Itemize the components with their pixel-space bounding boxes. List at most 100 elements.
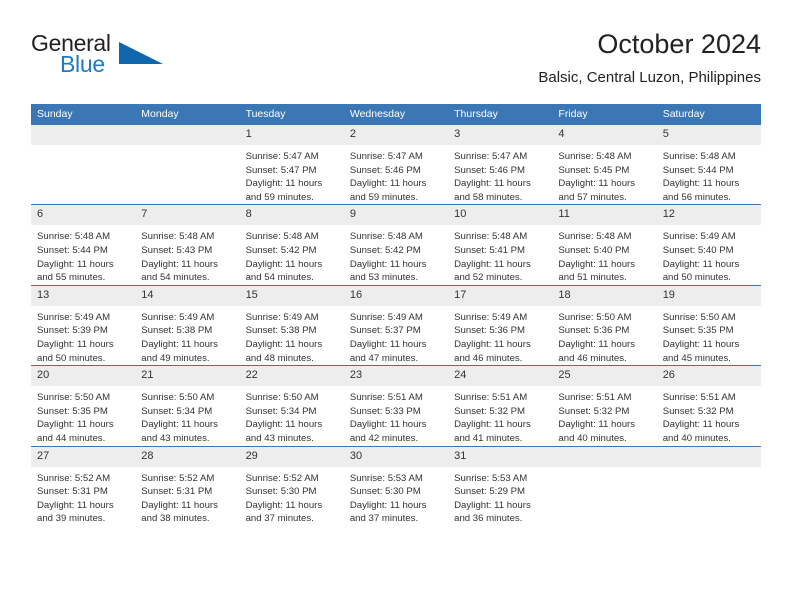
calendar-week-row: 20 Sunrise: 5:50 AM Sunset: 5:35 PM Dayligh… xyxy=(31,365,761,446)
daylight-text: and 57 minutes. xyxy=(558,191,627,203)
sunrise-text: Sunrise: 5:51 AM xyxy=(662,392,736,404)
daylight-text: and 43 minutes. xyxy=(245,432,314,444)
day-details: Sunrise: 5:51 AM Sunset: 5:33 PM Daylight:… xyxy=(344,386,448,445)
sunset-text: Sunset: 5:32 PM xyxy=(662,405,734,417)
sunset-text: Sunset: 5:32 PM xyxy=(558,405,630,417)
day-details: Sunrise: 5:48 AM Sunset: 5:43 PM Daylight:… xyxy=(135,225,239,284)
calendar-day-cell[interactable]: 11 Sunrise: 5:48 AM Sunset: 5:40 PM Dayligh… xyxy=(552,204,657,286)
day-details: Sunrise: 5:53 AM Sunset: 5:29 PM Daylight:… xyxy=(448,467,552,526)
day-number: 25 xyxy=(552,366,657,387)
daylight-text: and 48 minutes. xyxy=(245,352,314,364)
day-details: Sunrise: 5:48 AM Sunset: 5:40 PM Daylight:… xyxy=(552,225,656,284)
calendar-day-cell[interactable]: 21 Sunrise: 5:50 AM Sunset: 5:34 PM Dayligh… xyxy=(135,365,240,446)
daylight-text: and 46 minutes. xyxy=(454,352,523,364)
day-number: 14 xyxy=(135,285,240,306)
weekday-header-tuesday: Tuesday xyxy=(239,104,344,125)
day-number: 3 xyxy=(448,125,553,145)
page-title: October 2024 xyxy=(597,29,761,59)
daylight-text: and 46 minutes. xyxy=(558,352,627,364)
calendar-day-cell[interactable]: 30 Sunrise: 5:53 AM Sunset: 5:30 PM Dayligh… xyxy=(343,445,449,526)
sunrise-text: Sunrise: 5:50 AM xyxy=(558,311,632,323)
day-number xyxy=(135,125,240,145)
daylight-text: Daylight: 11 hours xyxy=(141,499,218,511)
calendar-day-cell[interactable]: 10 Sunrise: 5:48 AM Sunset: 5:41 PM Dayligh… xyxy=(448,204,553,286)
sunset-text: Sunset: 5:44 PM xyxy=(662,164,734,176)
sunrise-text: Sunrise: 5:52 AM xyxy=(141,472,215,484)
calendar-day-cell[interactable]: 8 Sunrise: 5:48 AM Sunset: 5:42 PM Daylight… xyxy=(239,204,344,286)
calendar-day-cell[interactable]: 2 Sunrise: 5:47 AM Sunset: 5:46 PM Daylight… xyxy=(343,125,449,205)
calendar-day-cell[interactable]: 4 Sunrise: 5:48 AM Sunset: 5:45 PM Daylight… xyxy=(552,125,657,205)
sunrise-text: Sunrise: 5:51 AM xyxy=(349,392,423,404)
calendar-day-cell[interactable]: 1 Sunrise: 5:47 AM Sunset: 5:47 PM Daylight… xyxy=(239,125,344,205)
daylight-text: Daylight: 11 hours xyxy=(558,338,636,350)
calendar-day-cell[interactable]: 12 Sunrise: 5:49 AM Sunset: 5:40 PM Dayligh… xyxy=(656,204,761,286)
sunset-text: Sunset: 5:35 PM xyxy=(37,405,108,417)
day-details: Sunrise: 5:50 AM Sunset: 5:35 PM Daylight:… xyxy=(31,386,135,445)
sunset-text: Sunset: 5:39 PM xyxy=(37,325,108,337)
day-number: 4 xyxy=(552,125,657,145)
sunset-text: Sunset: 5:31 PM xyxy=(141,486,213,498)
brand-logo[interactable]: General Blue xyxy=(31,28,261,84)
sunrise-text: Sunrise: 5:50 AM xyxy=(141,392,215,404)
day-number: 10 xyxy=(448,205,553,226)
sunrise-text: Sunrise: 5:48 AM xyxy=(245,231,319,243)
day-number: 17 xyxy=(448,285,553,306)
calendar-day-cell[interactable]: 15 Sunrise: 5:49 AM Sunset: 5:38 PM Dayligh… xyxy=(239,284,344,366)
daylight-text: and 41 minutes. xyxy=(454,432,523,444)
calendar-day-cell-empty xyxy=(656,445,761,526)
day-details: Sunrise: 5:48 AM Sunset: 5:45 PM Daylight:… xyxy=(552,145,656,204)
daylight-text: and 59 minutes. xyxy=(245,191,314,203)
calendar-day-cell[interactable]: 24 Sunrise: 5:51 AM Sunset: 5:32 PM Dayligh… xyxy=(448,365,553,446)
calendar-day-cell[interactable]: 7 Sunrise: 5:48 AM Sunset: 5:43 PM Daylight… xyxy=(135,204,240,286)
calendar-week-row: 6 Sunrise: 5:48 AM Sunset: 5:44 PM Daylight… xyxy=(31,204,761,286)
sunrise-text: Sunrise: 5:51 AM xyxy=(454,392,528,404)
day-number: 22 xyxy=(239,366,344,387)
day-number: 29 xyxy=(239,446,344,467)
day-details: Sunrise: 5:51 AM Sunset: 5:32 PM Daylight:… xyxy=(552,386,656,445)
calendar-day-cell[interactable]: 20 Sunrise: 5:50 AM Sunset: 5:35 PM Dayligh… xyxy=(31,365,136,446)
day-details: Sunrise: 5:50 AM Sunset: 5:34 PM Daylight:… xyxy=(240,386,344,445)
calendar-day-cell[interactable]: 18 Sunrise: 5:50 AM Sunset: 5:36 PM Dayligh… xyxy=(552,284,657,366)
calendar-day-cell[interactable]: 6 Sunrise: 5:48 AM Sunset: 5:44 PM Daylight… xyxy=(31,204,136,286)
calendar-day-cell[interactable]: 3 Sunrise: 5:47 AM Sunset: 5:46 PM Daylight… xyxy=(448,125,553,205)
calendar-day-cell[interactable]: 27 Sunrise: 5:52 AM Sunset: 5:31 PM Dayligh… xyxy=(31,445,136,526)
sunset-text: Sunset: 5:32 PM xyxy=(454,405,526,417)
calendar-day-cell[interactable]: 9 Sunrise: 5:48 AM Sunset: 5:42 PM Daylight… xyxy=(343,204,449,286)
calendar-day-cell[interactable]: 5 Sunrise: 5:48 AM Sunset: 5:44 PM Daylight… xyxy=(656,125,761,205)
sunrise-text: Sunrise: 5:48 AM xyxy=(349,231,423,243)
day-details: Sunrise: 5:48 AM Sunset: 5:44 PM Daylight:… xyxy=(657,145,761,204)
day-number: 27 xyxy=(31,446,136,467)
calendar-day-cell[interactable]: 29 Sunrise: 5:52 AM Sunset: 5:30 PM Dayligh… xyxy=(239,445,344,526)
calendar-day-cell[interactable]: 26 Sunrise: 5:51 AM Sunset: 5:32 PM Dayligh… xyxy=(656,365,761,446)
daylight-text: Daylight: 11 hours xyxy=(349,419,427,431)
day-details: Sunrise: 5:50 AM Sunset: 5:36 PM Daylight:… xyxy=(552,306,656,365)
sunset-text: Sunset: 5:40 PM xyxy=(662,244,734,256)
sunset-text: Sunset: 5:42 PM xyxy=(349,244,421,256)
calendar-day-cell[interactable]: 28 Sunrise: 5:52 AM Sunset: 5:31 PM Dayligh… xyxy=(135,445,240,526)
calendar-day-cell[interactable]: 13 Sunrise: 5:49 AM Sunset: 5:39 PM Dayligh… xyxy=(31,284,136,366)
calendar-week-row: 13 Sunrise: 5:49 AM Sunset: 5:39 PM Dayligh… xyxy=(31,284,761,366)
sunrise-text: Sunrise: 5:49 AM xyxy=(662,231,736,243)
sunset-text: Sunset: 5:46 PM xyxy=(454,164,526,176)
calendar-day-cell[interactable]: 22 Sunrise: 5:50 AM Sunset: 5:34 PM Dayligh… xyxy=(239,365,344,446)
sunset-text: Sunset: 5:30 PM xyxy=(245,486,317,498)
calendar-day-cell[interactable]: 31 Sunrise: 5:53 AM Sunset: 5:29 PM Dayligh… xyxy=(448,445,553,526)
day-details: Sunrise: 5:47 AM Sunset: 5:46 PM Daylight:… xyxy=(344,145,448,204)
sunrise-text: Sunrise: 5:52 AM xyxy=(245,472,319,484)
day-details: Sunrise: 5:48 AM Sunset: 5:42 PM Daylight:… xyxy=(240,225,344,284)
calendar-day-cell[interactable]: 14 Sunrise: 5:49 AM Sunset: 5:38 PM Dayligh… xyxy=(135,284,240,366)
daylight-text: Daylight: 11 hours xyxy=(349,178,427,190)
weekday-header-monday: Monday xyxy=(135,104,240,125)
calendar-day-cell[interactable]: 25 Sunrise: 5:51 AM Sunset: 5:32 PM Dayligh… xyxy=(552,365,657,446)
sunset-text: Sunset: 5:37 PM xyxy=(349,325,421,337)
calendar-day-cell[interactable]: 16 Sunrise: 5:49 AM Sunset: 5:37 PM Dayligh… xyxy=(343,284,449,366)
calendar-day-cell[interactable]: 17 Sunrise: 5:49 AM Sunset: 5:36 PM Dayligh… xyxy=(448,284,553,366)
daylight-text: Daylight: 11 hours xyxy=(141,338,218,350)
calendar-day-cell[interactable]: 19 Sunrise: 5:50 AM Sunset: 5:35 PM Dayligh… xyxy=(656,284,761,366)
sunrise-text: Sunrise: 5:53 AM xyxy=(454,472,528,484)
daylight-text: Daylight: 11 hours xyxy=(349,258,427,270)
calendar-day-cell[interactable]: 23 Sunrise: 5:51 AM Sunset: 5:33 PM Dayligh… xyxy=(343,365,449,446)
page-header: General Blue October 2024 Balsic, Centra… xyxy=(31,28,761,96)
daylight-text: Daylight: 11 hours xyxy=(141,258,218,270)
day-details: Sunrise: 5:51 AM Sunset: 5:32 PM Daylight:… xyxy=(657,386,761,445)
